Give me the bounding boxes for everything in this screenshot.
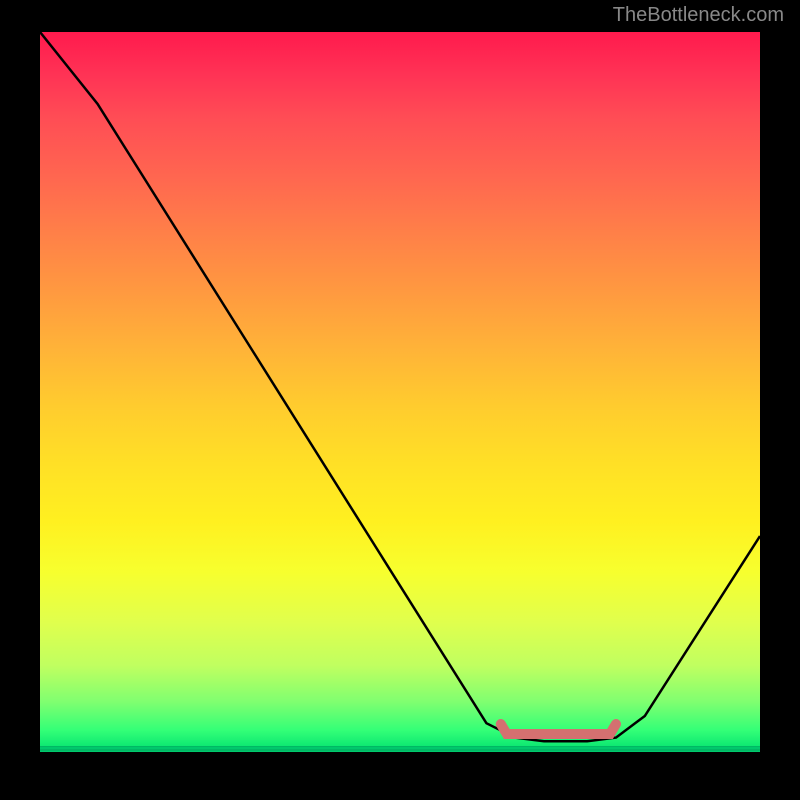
bottleneck-chart <box>40 32 760 752</box>
bottleneck-curve <box>40 32 760 741</box>
attribution-text: TheBottleneck.com <box>613 4 784 27</box>
curve-svg <box>40 32 760 752</box>
bottom-stripe <box>40 746 760 752</box>
optimal-range-marker <box>501 724 616 734</box>
